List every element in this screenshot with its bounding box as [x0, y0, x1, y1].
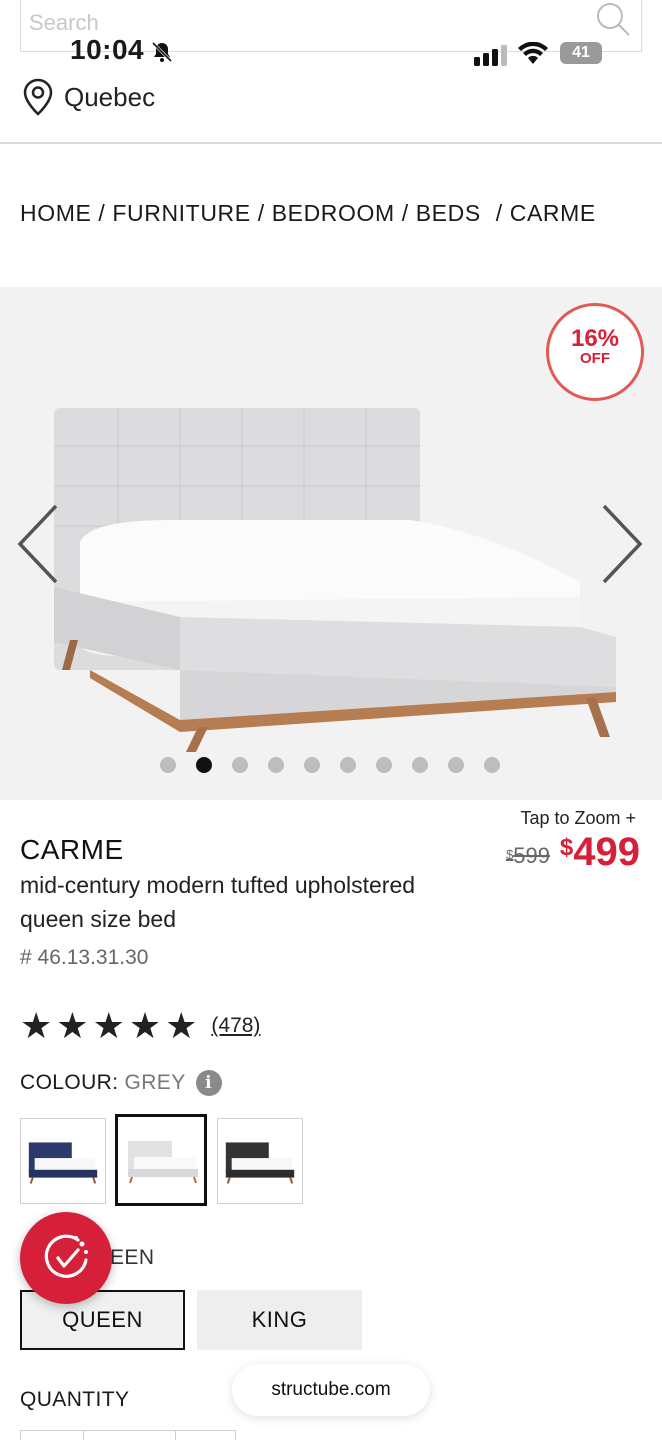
- size-option-king[interactable]: KING: [197, 1290, 362, 1350]
- breadcrumb-beds[interactable]: BEDS: [416, 200, 481, 226]
- carousel-dot-active[interactable]: [196, 757, 212, 773]
- breadcrumb: HOME / FURNITURE / BEDROOM / BEDS / CARM…: [20, 200, 596, 227]
- carousel-indicators: [160, 757, 500, 773]
- stepper-divider: [83, 1431, 84, 1440]
- breadcrumb-separator: /: [98, 200, 106, 226]
- info-icon[interactable]: i: [195, 1070, 222, 1096]
- product-sku: # 46.13.31.30: [20, 946, 149, 969]
- quantity-stepper[interactable]: [20, 1430, 236, 1440]
- stepper-divider: [175, 1431, 176, 1440]
- star-icon: ★: [56, 1005, 89, 1046]
- discount-off-label: OFF: [580, 350, 610, 367]
- sale-price: $499: [559, 830, 640, 874]
- tap-to-zoom[interactable]: Tap to Zoom +: [520, 808, 636, 829]
- carousel-dot[interactable]: [412, 757, 428, 773]
- product-description: mid-century modern tufted upholstered qu…: [20, 872, 416, 932]
- bell-muted-icon: [151, 41, 173, 63]
- header-divider: [0, 142, 662, 144]
- chevron-left-icon[interactable]: [16, 502, 60, 586]
- breadcrumb-bedroom[interactable]: BEDROOM: [272, 200, 395, 226]
- carousel-dot[interactable]: [232, 757, 248, 773]
- discount-badge: 16% OFF: [546, 303, 644, 401]
- colour-selector-label: COLOUR: GREY i: [20, 1070, 222, 1096]
- carousel-dot[interactable]: [160, 757, 176, 773]
- review-count-link[interactable]: (478): [211, 1014, 260, 1038]
- star-icon: ★: [20, 1005, 53, 1046]
- browser-url-bar[interactable]: structube.com: [232, 1364, 430, 1416]
- product-image-gallery[interactable]: 16% OFF: [0, 287, 662, 800]
- carousel-dot[interactable]: [304, 757, 320, 773]
- bed-thumbnail-icon: [28, 1142, 98, 1184]
- star-icon: ★: [165, 1005, 198, 1046]
- bed-thumbnail-icon: [225, 1142, 295, 1184]
- breadcrumb-furniture[interactable]: FURNITURE: [112, 200, 250, 226]
- accessibility-icon: [44, 1234, 88, 1278]
- location-label: Quebec: [64, 81, 156, 112]
- size-label: EEN: [110, 1246, 155, 1269]
- breadcrumb-separator: /: [401, 200, 409, 226]
- breadcrumb-separator: /: [257, 200, 265, 226]
- colour-label: COLOUR:: [20, 1071, 119, 1094]
- store-location[interactable]: Quebec: [22, 78, 155, 116]
- location-pin-icon: [23, 78, 53, 116]
- status-time: 10:04: [70, 34, 145, 65]
- battery-icon: 41: [560, 42, 602, 64]
- cellular-signal-icon: [474, 45, 507, 66]
- wifi-icon: [518, 42, 548, 64]
- search-icon[interactable]: [595, 1, 631, 37]
- original-price: $599: [505, 843, 550, 868]
- star-icon: ★: [128, 1005, 162, 1046]
- colour-swatch-navy[interactable]: [20, 1118, 106, 1204]
- colour-swatch-grey[interactable]: [115, 1114, 207, 1206]
- colour-value: GREY: [124, 1071, 186, 1094]
- accessibility-button[interactable]: [20, 1212, 112, 1304]
- discount-percent: 16%: [570, 325, 620, 352]
- carousel-dot[interactable]: [484, 757, 500, 773]
- product-title: CARME: [20, 834, 124, 865]
- star-icon: ★: [92, 1005, 125, 1046]
- colour-swatch-charcoal[interactable]: [217, 1118, 303, 1204]
- rating-stars[interactable]: ★ ★ ★ ★ ★ (478): [20, 1008, 260, 1044]
- bed-thumbnail-icon: [128, 1141, 198, 1184]
- breadcrumb-home[interactable]: HOME: [20, 200, 91, 226]
- carousel-dot[interactable]: [448, 757, 464, 773]
- carousel-dot[interactable]: [376, 757, 392, 773]
- carousel-dot[interactable]: [268, 757, 284, 773]
- chevron-right-icon[interactable]: [600, 502, 644, 586]
- breadcrumb-current: CARME: [509, 200, 596, 226]
- product-image: [54, 408, 616, 752]
- breadcrumb-separator: /: [495, 200, 503, 226]
- quantity-label: QUANTITY: [20, 1388, 130, 1411]
- carousel-dot[interactable]: [340, 757, 356, 773]
